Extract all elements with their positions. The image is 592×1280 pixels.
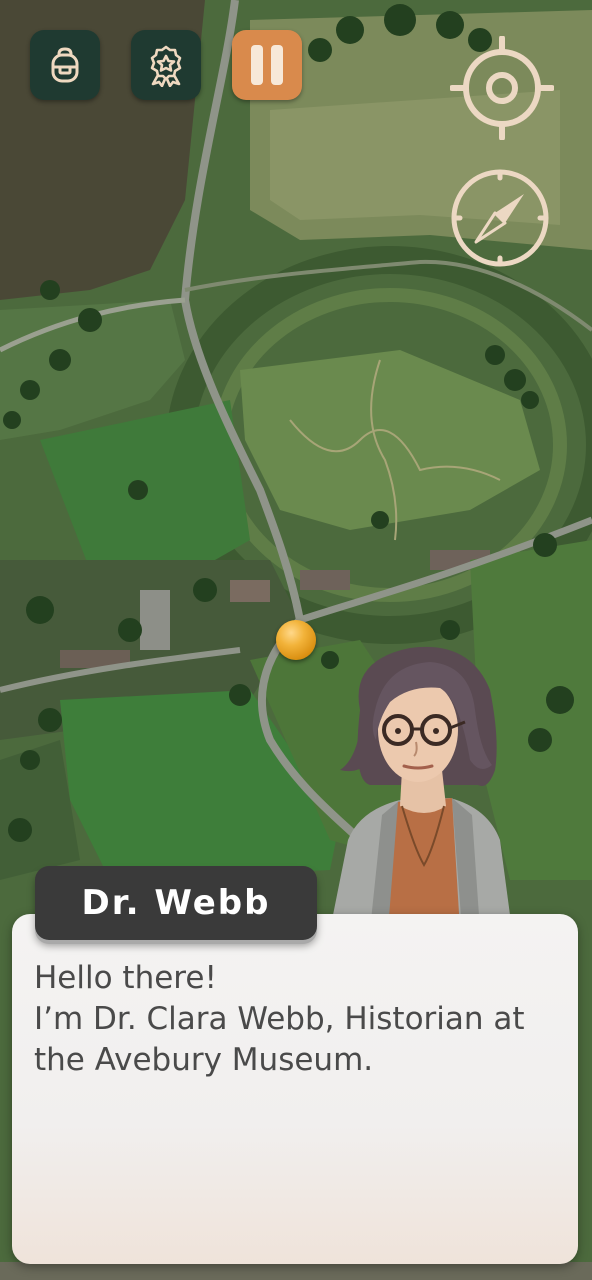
locate-me-button[interactable] <box>450 36 554 140</box>
dr-webb-portrait <box>330 640 520 930</box>
crosshair-icon <box>450 36 554 140</box>
speaker-name: Dr. Webb <box>81 883 271 923</box>
dialog-box[interactable]: Hello there! I’m Dr. Clara Webb, Histori… <box>12 914 578 1264</box>
compass-button[interactable] <box>448 166 552 270</box>
dialog-line: the Avebury Museum. <box>34 1042 374 1078</box>
speaker-name-tag: Dr. Webb <box>35 866 317 940</box>
pause-icon <box>251 45 283 85</box>
dialog-text: Hello there! I’m Dr. Clara Webb, Histori… <box>34 958 554 1081</box>
achievements-button[interactable] <box>131 30 201 100</box>
location-marker[interactable] <box>276 620 316 660</box>
backpack-icon <box>51 47 79 83</box>
backpack-button[interactable] <box>30 30 100 100</box>
dialog-line: I’m Dr. Clara Webb, Historian at <box>34 1001 525 1037</box>
badge-icon <box>150 45 182 87</box>
pause-button[interactable] <box>232 30 302 100</box>
dialog-line: Hello there! <box>34 960 217 996</box>
compass-icon <box>451 169 549 267</box>
